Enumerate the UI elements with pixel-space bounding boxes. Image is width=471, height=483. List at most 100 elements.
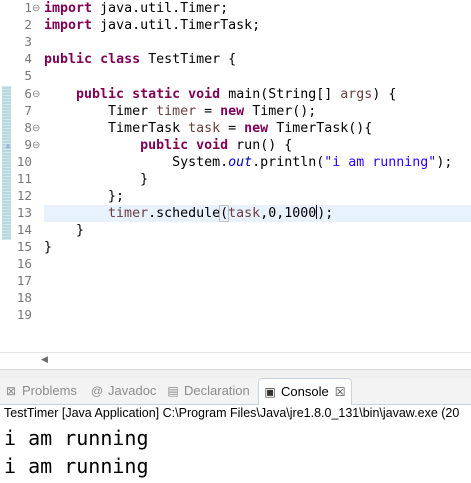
code-line: public class TestTimer { [44,51,236,68]
code-token: TimerTask [108,121,189,136]
code-line: timer.schedule(task,0,1000); [44,205,333,222]
code-line: System.out.println("i am running"); [44,154,452,171]
line-number: 10 [16,154,32,169]
local-variable: timer [156,104,197,119]
line-number: 4 [24,51,32,66]
keyword: new [220,104,245,119]
code-line: } [44,171,148,188]
code-token: = [196,104,221,119]
code-line: import java.util.Timer; [44,0,228,17]
tab-label: Problems [22,383,77,398]
line-number: 18 [16,290,32,305]
code-line: Timer timer = new Timer(); [44,103,316,120]
code-line: TimerTask task = new TimerTask(){ [44,120,372,137]
change-ruler [2,0,11,352]
line-number: 2 [24,17,32,32]
horizontal-scrollbar[interactable]: ◀ [0,352,471,370]
line-number: 5 [24,68,32,83]
console-icon: ▣ [264,385,276,399]
local-variable: task [228,206,261,221]
code-token: } [76,223,85,238]
line-number: 3 [24,34,32,49]
code-token: java.util.Timer; [92,1,229,16]
code-line: } [44,239,52,256]
line-number: 14 [16,222,32,237]
string-literal: "i am running" [324,155,437,170]
line-number: 9 [24,137,32,152]
console-output-line: i am running [4,454,149,478]
keyword: class [100,52,141,67]
line-number: 15 [16,239,32,254]
keyword: public [76,87,125,102]
code-line: public static void main(String[] args) { [44,86,396,103]
line-number: 6 [24,86,32,101]
code-token: }; [108,189,125,204]
override-marker-icon[interactable]: ▵ [5,137,13,154]
declaration-icon: ▤ [167,384,179,398]
code-line: public void run() { [44,137,292,154]
keyword: static [132,87,181,102]
code-token: .println( [252,155,325,170]
code-line: import java.util.TimerTask; [44,17,260,34]
code-token: java.util.TimerTask; [92,18,261,33]
line-number: 1 [24,0,32,15]
parameter: args [340,87,373,102]
tab-label: Javadoc [108,383,157,398]
local-variable: task [188,121,221,136]
local-variable: timer [108,206,149,221]
code-token: ) { [372,87,397,102]
keyword: import [44,18,93,33]
fold-minus-icon[interactable]: ⊖ [32,0,40,17]
code-token: ); [317,206,334,221]
line-number: 11 [16,171,32,186]
tab-console[interactable]: ▣ Console ☒ [258,378,353,405]
tab-javadoc[interactable]: @ Javadoc [90,378,157,404]
line-number: 12 [16,188,32,203]
code-token: System. [172,155,229,170]
problems-icon: ⊠ [5,384,17,398]
keyword: void [196,138,229,153]
code-token: } [140,172,149,187]
code-line: }; [44,188,124,205]
scroll-left-icon[interactable]: ◀ [41,355,48,365]
static-field: out [228,155,253,170]
keyword: void [188,87,221,102]
keyword: public [140,138,189,153]
code-token: ); [436,155,453,170]
views-tab-bar: ⊠ Problems @ Javadoc ▤ Declaration ▣ Console… [0,378,471,405]
code-editor[interactable]: 1 2 3 4 5 6 7 8 9 10 11 12 13 14 15 16 1… [0,0,471,352]
line-number: 19 [16,307,32,322]
line-number: 16 [16,256,32,271]
line-number: 13 [16,205,32,220]
console-view[interactable]: TestTimer [Java Application] C:\Program … [0,405,471,483]
tab-label: Declaration [184,383,250,398]
at-icon: @ [90,384,104,398]
code-token: TimerTask(){ [268,121,373,136]
line-number: 8 [24,120,32,135]
change-marker [2,86,11,240]
console-process-label: TestTimer [Java Application] C:\Program … [4,406,460,420]
fold-minus-icon[interactable]: ⊖ [32,86,40,103]
keyword: import [44,1,93,16]
line-number: 7 [24,103,32,118]
tab-problems[interactable]: ⊠ Problems [4,378,77,404]
code-token: run() { [228,138,293,153]
code-token: ,0,1000 [260,206,317,221]
code-token: .schedule [148,206,221,221]
console-output-line: i am running [4,426,149,450]
tab-declaration[interactable]: ▤ Declaration [166,378,250,404]
fold-minus-icon[interactable]: ⊖ [32,137,40,154]
code-line: } [44,222,84,239]
tab-label: Console [281,384,329,399]
matching-bracket: ( [219,205,230,222]
line-number: 17 [16,273,32,288]
fold-minus-icon[interactable]: ⊖ [32,120,40,137]
keyword: new [244,121,269,136]
code-token: TestTimer { [140,52,237,67]
code-token: Timer(); [244,104,317,119]
close-icon[interactable]: ☒ [335,379,346,405]
code-token: = [220,121,245,136]
keyword: public [44,52,93,67]
code-token: Timer [108,104,157,119]
code-token: } [44,240,53,255]
